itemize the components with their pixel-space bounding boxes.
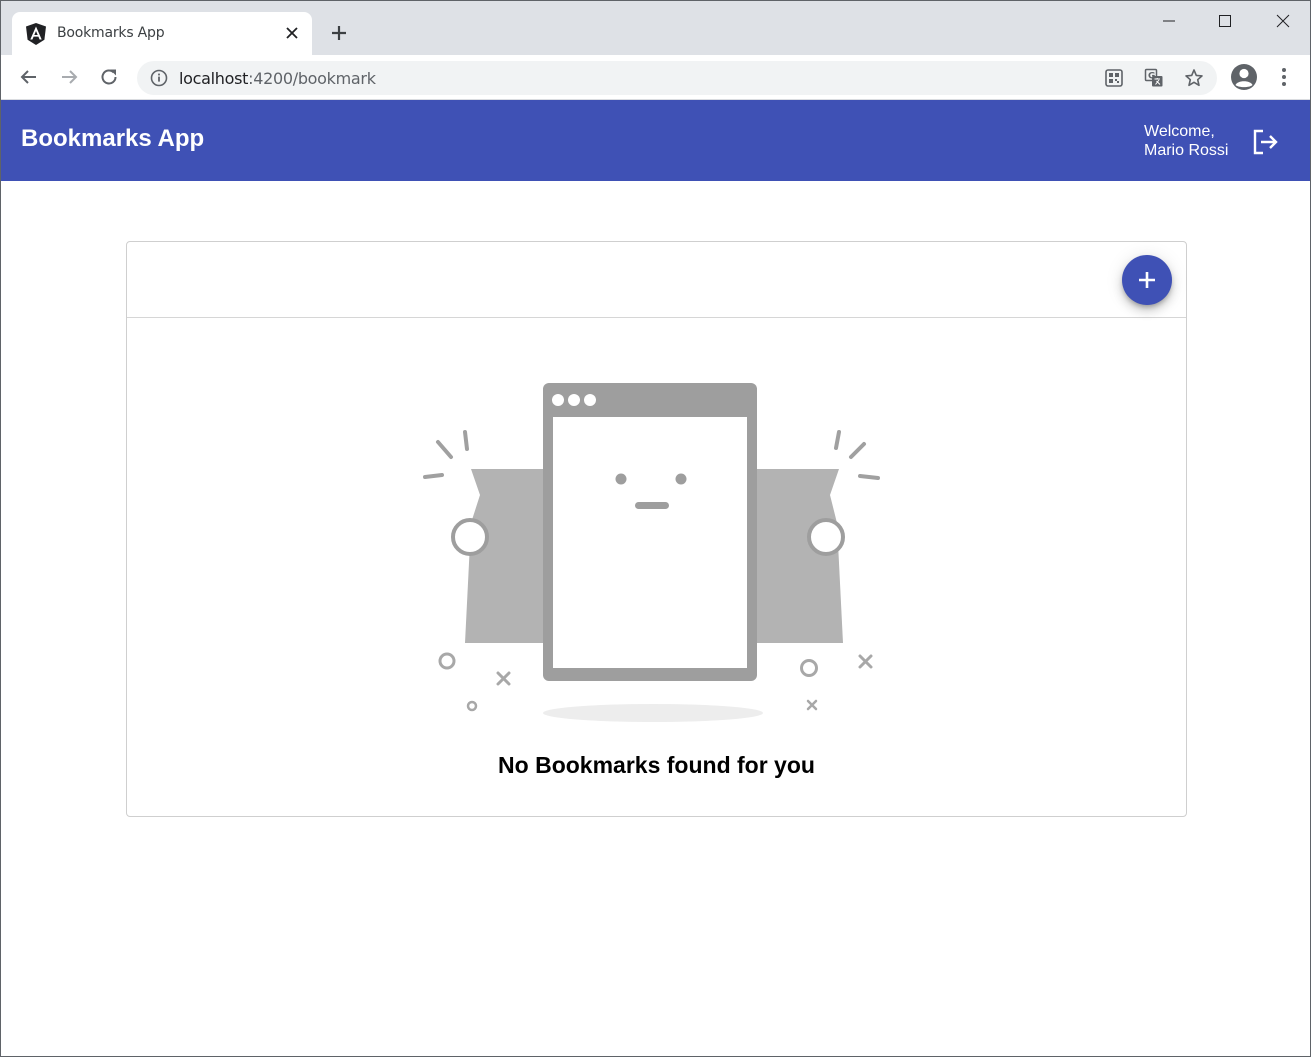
tab-title: Bookmarks App xyxy=(57,25,165,41)
profile-avatar-icon[interactable] xyxy=(1230,63,1258,91)
tab-strip: Bookmarks App xyxy=(1,1,1310,55)
translate-icon[interactable]: G xyxy=(1144,68,1164,88)
star-icon[interactable] xyxy=(1184,68,1204,88)
close-tab-icon[interactable] xyxy=(284,25,300,41)
reload-icon[interactable] xyxy=(98,66,120,88)
browser-tab[interactable]: Bookmarks App xyxy=(12,12,312,55)
forward-icon[interactable] xyxy=(58,66,80,88)
card-header xyxy=(127,242,1186,318)
qr-code-icon[interactable] xyxy=(1104,68,1124,88)
empty-state-message: No Bookmarks found for you xyxy=(498,752,815,778)
browser-toolbar: localhost:4200/bookmark G xyxy=(1,55,1310,100)
logout-icon[interactable] xyxy=(1250,127,1280,157)
maximize-icon[interactable] xyxy=(1215,11,1235,31)
app-header: Bookmarks App Welcome, Mario Rossi xyxy=(1,100,1310,181)
browser-window: Bookmarks App localhost:4200/bookmark G … xyxy=(0,0,1311,1057)
bookmarks-card: No Bookmarks found for you xyxy=(126,241,1187,817)
app-title: Bookmarks App xyxy=(21,125,205,152)
address-bar[interactable]: localhost:4200/bookmark G xyxy=(137,61,1217,95)
info-icon[interactable] xyxy=(150,69,168,87)
minimize-icon[interactable] xyxy=(1159,11,1179,31)
welcome-message: Welcome, Mario Rossi xyxy=(1144,122,1228,160)
new-tab-icon[interactable] xyxy=(327,21,351,45)
browser-menu-icon[interactable] xyxy=(1274,66,1294,88)
add-bookmark-button[interactable] xyxy=(1122,255,1172,305)
welcome-greeting: Welcome, xyxy=(1144,123,1215,140)
user-name: Mario Rossi xyxy=(1144,142,1229,159)
back-icon[interactable] xyxy=(18,66,40,88)
angular-icon xyxy=(26,23,46,45)
url-path: :4200/bookmark xyxy=(248,69,376,88)
url-host: localhost xyxy=(179,69,249,88)
close-window-icon[interactable] xyxy=(1273,11,1293,31)
empty-state-illustration xyxy=(423,383,880,722)
url-text: localhost:4200/bookmark xyxy=(179,69,376,88)
plus-icon xyxy=(1139,272,1155,288)
